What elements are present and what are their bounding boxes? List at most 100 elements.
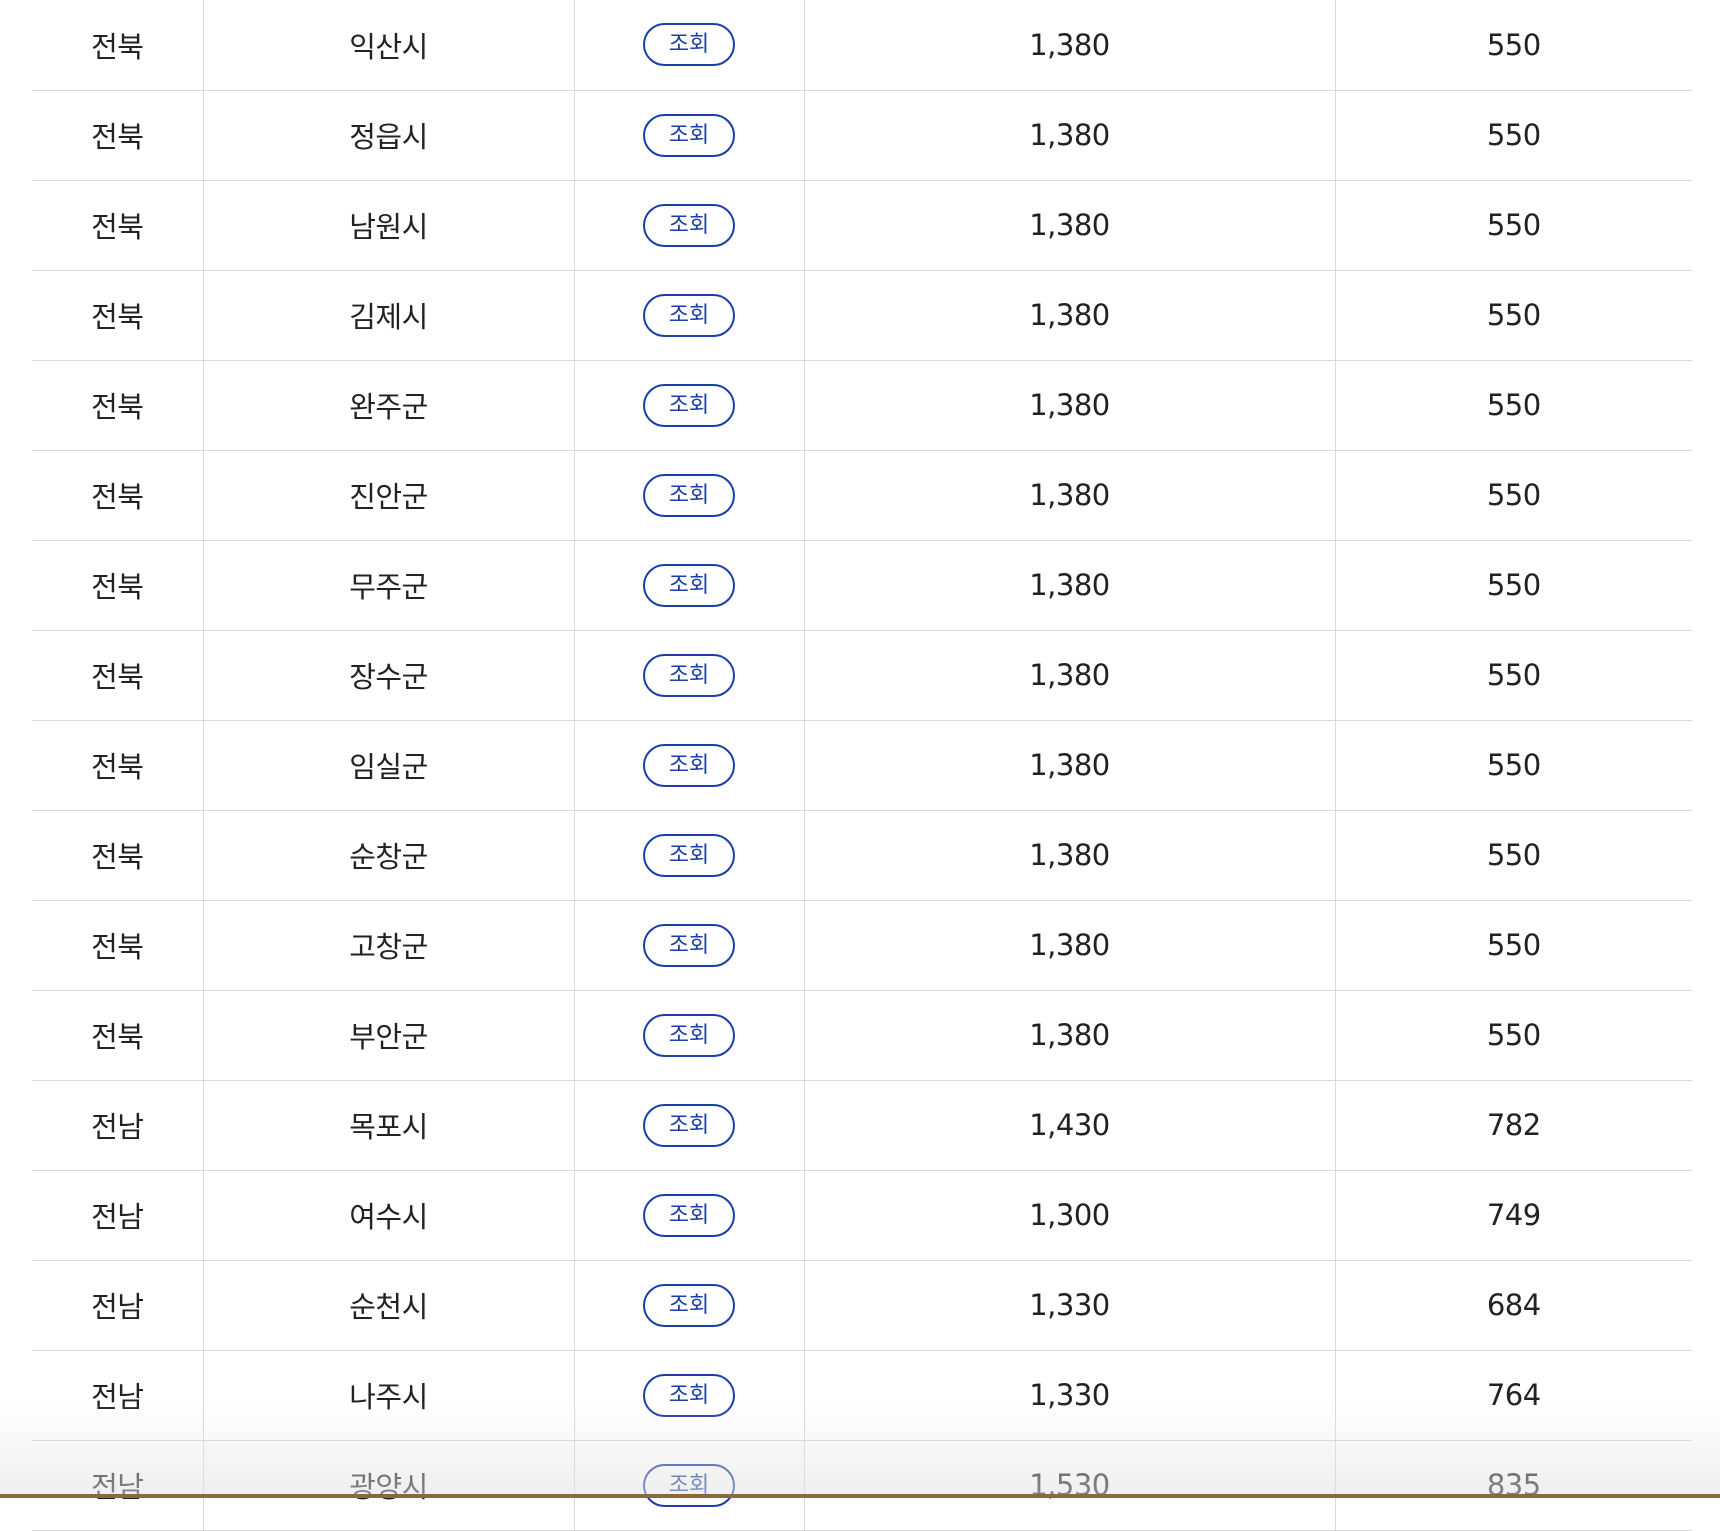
table-row: 전남 순천시 조회 1,330 684	[32, 1260, 1692, 1351]
window-bottom-edge	[0, 1494, 1720, 1498]
city-cell: 순천시	[203, 1260, 575, 1351]
table-row: 전북 부안군 조회 1,380 550	[32, 990, 1692, 1081]
city-cell: 정읍시	[203, 90, 575, 181]
fee1-cell: 1,380	[804, 630, 1336, 721]
table-row: 전북 임실군 조회 1,380 550	[32, 720, 1692, 811]
region-cell: 전북	[32, 630, 204, 721]
fee1-cell: 1,430	[804, 1080, 1336, 1171]
view-button[interactable]: 조회	[643, 203, 735, 247]
city-cell: 여수시	[203, 1170, 575, 1261]
view-cell: 조회	[574, 1350, 805, 1441]
table-row: 전북 익산시 조회 1,380 550	[32, 0, 1692, 91]
view-cell: 조회	[574, 1260, 805, 1351]
fee2-cell: 550	[1335, 0, 1692, 91]
fee1-cell: 1,300	[804, 1170, 1336, 1261]
table-row: 전북 김제시 조회 1,380 550	[32, 270, 1692, 361]
view-button[interactable]: 조회	[643, 473, 735, 517]
table-row: 전남 광양시 조회 1,530 835	[32, 1440, 1692, 1531]
fee2-cell: 782	[1335, 1080, 1692, 1171]
view-button[interactable]: 조회	[643, 923, 735, 967]
view-button[interactable]: 조회	[643, 833, 735, 877]
fee1-cell: 1,380	[804, 270, 1336, 361]
view-cell: 조회	[574, 720, 805, 811]
region-cell: 전북	[32, 270, 204, 361]
view-button[interactable]: 조회	[643, 1463, 735, 1507]
region-cell: 전북	[32, 990, 204, 1081]
city-cell: 김제시	[203, 270, 575, 361]
view-button[interactable]: 조회	[643, 743, 735, 787]
fee2-cell: 550	[1335, 630, 1692, 721]
view-button[interactable]: 조회	[643, 293, 735, 337]
view-button[interactable]: 조회	[643, 23, 735, 67]
fee2-cell: 550	[1335, 180, 1692, 271]
region-cell: 전남	[32, 1260, 204, 1351]
fee1-cell: 1,380	[804, 360, 1336, 451]
table-row: 전북 무주군 조회 1,380 550	[32, 540, 1692, 631]
view-button[interactable]: 조회	[643, 113, 735, 157]
city-cell: 고창군	[203, 900, 575, 991]
table-row: 전북 고창군 조회 1,380 550	[32, 900, 1692, 991]
view-button[interactable]: 조회	[643, 1283, 735, 1327]
city-cell: 부안군	[203, 990, 575, 1081]
table-row: 전북 완주군 조회 1,380 550	[32, 360, 1692, 451]
view-cell: 조회	[574, 450, 805, 541]
fee2-cell: 550	[1335, 270, 1692, 361]
fee2-cell: 550	[1335, 990, 1692, 1081]
view-cell: 조회	[574, 810, 805, 901]
city-cell: 나주시	[203, 1350, 575, 1441]
view-button[interactable]: 조회	[643, 1373, 735, 1417]
city-cell: 목포시	[203, 1080, 575, 1171]
view-cell: 조회	[574, 990, 805, 1081]
city-cell: 임실군	[203, 720, 575, 811]
view-cell: 조회	[574, 270, 805, 361]
fee2-cell: 550	[1335, 900, 1692, 991]
fee1-cell: 1,380	[804, 720, 1336, 811]
city-cell: 완주군	[203, 360, 575, 451]
fee1-cell: 1,380	[804, 540, 1336, 631]
fee1-cell: 1,530	[804, 1440, 1336, 1531]
fee2-cell: 764	[1335, 1350, 1692, 1441]
fee2-cell: 550	[1335, 90, 1692, 181]
view-button[interactable]: 조회	[643, 653, 735, 697]
city-cell: 장수군	[203, 630, 575, 721]
table-row: 전북 순창군 조회 1,380 550	[32, 810, 1692, 901]
view-cell: 조회	[574, 0, 805, 91]
city-cell: 익산시	[203, 0, 575, 91]
fee2-cell: 550	[1335, 450, 1692, 541]
fee-table: 전북 익산시 조회 1,380 550 전북 정읍시 조회 1,380 550 …	[32, 0, 1692, 1531]
fee1-cell: 1,380	[804, 810, 1336, 901]
fee2-cell: 550	[1335, 720, 1692, 811]
city-cell: 무주군	[203, 540, 575, 631]
fee2-cell: 749	[1335, 1170, 1692, 1261]
view-button[interactable]: 조회	[643, 1103, 735, 1147]
region-cell: 전북	[32, 720, 204, 811]
region-cell: 전북	[32, 450, 204, 541]
view-cell: 조회	[574, 180, 805, 271]
region-cell: 전북	[32, 810, 204, 901]
region-cell: 전남	[32, 1170, 204, 1261]
page: 전북 익산시 조회 1,380 550 전북 정읍시 조회 1,380 550 …	[0, 0, 1720, 1531]
table-row: 전북 남원시 조회 1,380 550	[32, 180, 1692, 271]
region-cell: 전남	[32, 1440, 204, 1531]
region-cell: 전남	[32, 1080, 204, 1171]
table-row: 전북 진안군 조회 1,380 550	[32, 450, 1692, 541]
view-cell: 조회	[574, 1440, 805, 1531]
view-cell: 조회	[574, 1080, 805, 1171]
view-cell: 조회	[574, 90, 805, 181]
table-row: 전북 장수군 조회 1,380 550	[32, 630, 1692, 721]
fee1-cell: 1,380	[804, 0, 1336, 91]
fee2-cell: 835	[1335, 1440, 1692, 1531]
city-cell: 순창군	[203, 810, 575, 901]
table-body: 전북 익산시 조회 1,380 550 전북 정읍시 조회 1,380 550 …	[32, 0, 1692, 1531]
fee2-cell: 550	[1335, 540, 1692, 631]
fee2-cell: 550	[1335, 810, 1692, 901]
table-row: 전남 나주시 조회 1,330 764	[32, 1350, 1692, 1441]
view-button[interactable]: 조회	[643, 383, 735, 427]
region-cell: 전북	[32, 90, 204, 181]
view-button[interactable]: 조회	[643, 1193, 735, 1237]
region-cell: 전북	[32, 900, 204, 991]
fee1-cell: 1,380	[804, 900, 1336, 991]
view-button[interactable]: 조회	[643, 1013, 735, 1057]
city-cell: 광양시	[203, 1440, 575, 1531]
view-button[interactable]: 조회	[643, 563, 735, 607]
